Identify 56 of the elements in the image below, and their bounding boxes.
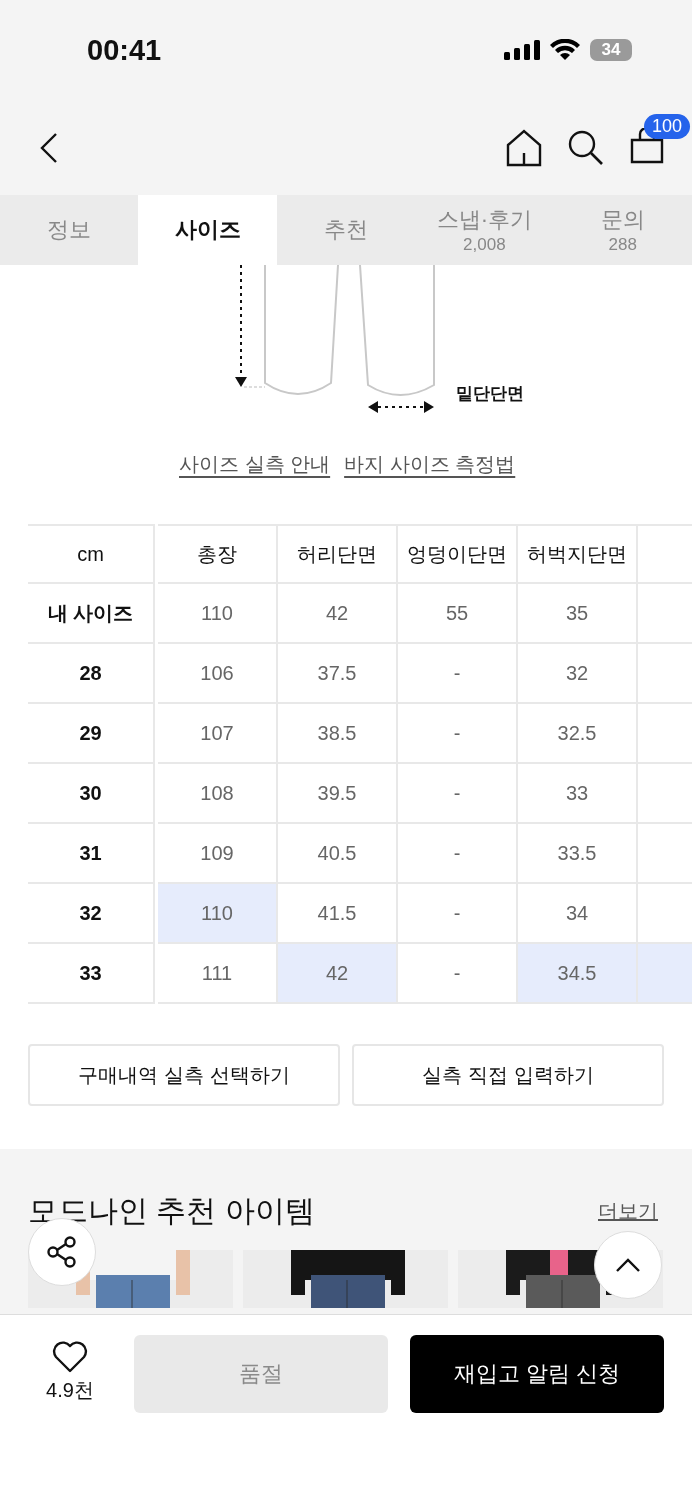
table-cell: - [398,704,518,764]
table-header: 허리단면 [278,524,398,584]
table-cell: 110 [158,584,278,644]
measure-button[interactable]: 실측 직접 입력하기 [352,1044,664,1106]
table-cell: - [398,884,518,944]
guide-link[interactable]: 사이즈 실측 안내 [179,451,331,478]
hem-width-label: 밑단단면 [456,383,524,405]
table-cell: 35 [518,584,638,644]
table-cell: 33 [518,764,638,824]
table-cell: - [398,824,518,884]
table-cell: 42 [278,944,398,1004]
row-label: 32 [28,884,155,944]
table-cell: 38.5 [278,704,398,764]
row-label: 33 [28,944,155,1004]
chevron-up-icon [615,1257,641,1273]
table-header: 총장 [158,524,278,584]
table-cell: 37.5 [278,644,398,704]
row-label: 31 [28,824,155,884]
signal-icon [504,40,540,60]
row-label: 29 [28,704,155,764]
table-cell: 108 [158,764,278,824]
table-cell: 42 [278,584,398,644]
table-cell: 55 [398,584,518,644]
table-cell: 110 [158,884,278,944]
status-time: 00:41 [87,33,162,67]
back-icon[interactable] [40,132,58,163]
measure-button[interactable]: 구매내역 실측 선택하기 [28,1044,340,1106]
table-cell: 107 [158,704,278,764]
wifi-icon [550,39,580,61]
table-cell: 33.5 [518,824,638,884]
table-cell: 32 [518,644,638,704]
table-cell: 32.5 [518,704,638,764]
table-header: 허벅지단면 [518,524,638,584]
cart-count-badge: 100 [644,113,691,139]
section-title: 모드나인 추천 아이템 [28,1193,315,1229]
restock-alert-button[interactable]: 재입고 알림 신청 [410,1335,664,1413]
tab[interactable]: 사이즈 [138,195,277,265]
row-label: 28 [28,644,155,704]
more-link[interactable]: 더보기 [598,1198,658,1225]
table-cell: 40.5 [278,824,398,884]
like-count: 4.9천 [46,1378,94,1403]
share-icon [45,1235,79,1269]
row-label: 30 [28,764,155,824]
table-cell: 39.5 [278,764,398,824]
search-icon[interactable] [568,129,604,166]
home-icon[interactable] [506,128,542,167]
guide-link[interactable]: 바지 사이즈 측정법 [344,451,516,478]
row-label: 내 사이즈 [28,584,155,644]
unit-header: cm [28,524,155,584]
table-cell: - [398,764,518,824]
table-cell: 106 [158,644,278,704]
table-cell: 34.5 [518,944,638,1004]
heart-icon[interactable] [52,1341,88,1373]
table-header: 엉덩이단면 [398,524,518,584]
table-cell: - [398,644,518,704]
battery-icon: 34 [590,39,632,61]
